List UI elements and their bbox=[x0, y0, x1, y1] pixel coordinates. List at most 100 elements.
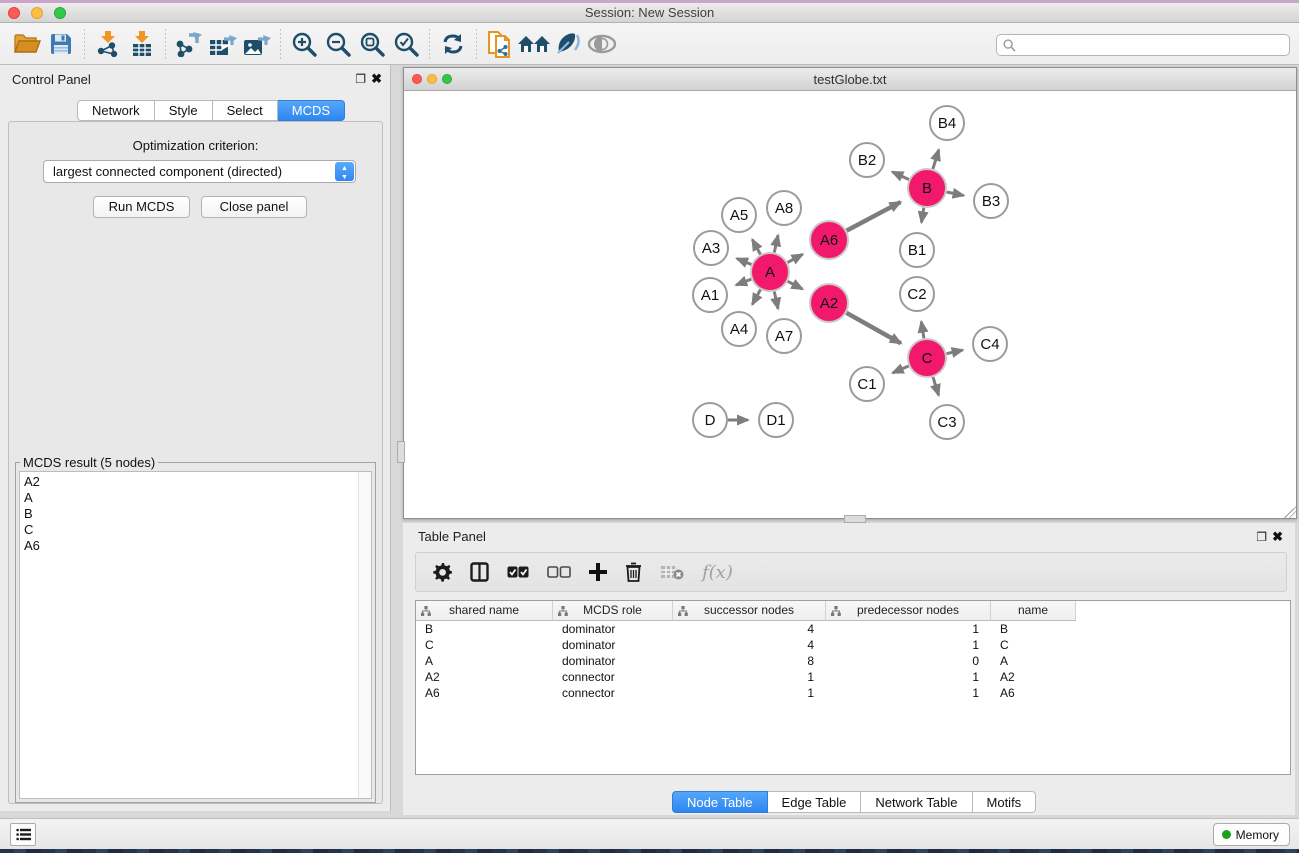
save-session-button[interactable] bbox=[44, 28, 78, 60]
table-cell[interactable]: A bbox=[416, 653, 553, 669]
mcds-result-list[interactable]: A2ABCA6 bbox=[19, 471, 372, 799]
column-header-MCDS-role[interactable]: MCDS role bbox=[553, 601, 673, 621]
graph-node-A[interactable]: A bbox=[751, 253, 789, 291]
graph-edge-A-A3[interactable] bbox=[737, 259, 752, 265]
criterion-select[interactable]: largest connected component (directed) ▲… bbox=[43, 160, 356, 183]
mcds-result-item[interactable]: A bbox=[24, 490, 371, 506]
zoom-fit-button[interactable] bbox=[355, 28, 389, 60]
graph-node-A6[interactable]: A6 bbox=[810, 221, 848, 259]
zoom-out-button[interactable] bbox=[321, 28, 355, 60]
graph-node-C2[interactable]: C2 bbox=[900, 277, 934, 311]
graph-node-B2[interactable]: B2 bbox=[850, 143, 884, 177]
mcds-result-item[interactable]: C bbox=[24, 522, 371, 538]
search-input[interactable] bbox=[1021, 38, 1283, 52]
node-table[interactable]: shared nameMCDS rolesuccessor nodesprede… bbox=[415, 600, 1291, 775]
table-cell[interactable]: connector bbox=[553, 669, 673, 685]
network-window-titlebar[interactable]: testGlobe.txt bbox=[404, 68, 1296, 91]
show-details-button[interactable] bbox=[585, 28, 619, 60]
birdseye-toggle-handle[interactable] bbox=[844, 515, 866, 523]
graph-edge-A6-B[interactable] bbox=[847, 202, 901, 231]
tab-select[interactable]: Select bbox=[213, 100, 278, 121]
close-panel-icon[interactable]: ✖ bbox=[1272, 529, 1283, 545]
float-panel-icon[interactable]: ❐ bbox=[1256, 530, 1267, 544]
graph-edge-A-A2[interactable] bbox=[788, 281, 803, 289]
table-cell[interactable]: B bbox=[991, 621, 1076, 637]
table-row[interactable]: A2connector11A2 bbox=[416, 669, 1290, 685]
table-cell[interactable]: A bbox=[991, 653, 1076, 669]
tab-motifs[interactable]: Motifs bbox=[973, 791, 1037, 813]
graph-node-C1[interactable]: C1 bbox=[850, 367, 884, 401]
window-resize-grip[interactable] bbox=[1284, 506, 1296, 518]
graph-edge-B-B4[interactable] bbox=[933, 150, 939, 169]
open-session-button[interactable] bbox=[10, 28, 44, 60]
graph-edge-A-A7[interactable] bbox=[774, 292, 778, 309]
table-row[interactable]: Cdominator41C bbox=[416, 637, 1290, 653]
table-cell[interactable]: C bbox=[416, 637, 553, 653]
graph-node-C4[interactable]: C4 bbox=[973, 327, 1007, 361]
table-cell[interactable]: 1 bbox=[826, 669, 991, 685]
zoom-window-button[interactable] bbox=[442, 74, 452, 84]
table-cell[interactable]: A6 bbox=[416, 685, 553, 701]
zoom-selected-button[interactable] bbox=[389, 28, 423, 60]
graph-edge-A-A8[interactable] bbox=[774, 235, 778, 252]
table-settings-button[interactable] bbox=[432, 557, 452, 587]
table-cell[interactable]: A6 bbox=[991, 685, 1076, 701]
column-header-shared-name[interactable]: shared name bbox=[416, 601, 553, 621]
table-cell[interactable]: A2 bbox=[991, 669, 1076, 685]
graph-node-B1[interactable]: B1 bbox=[900, 233, 934, 267]
delete-column-button[interactable] bbox=[625, 557, 642, 587]
select-all-button[interactable] bbox=[507, 557, 529, 587]
graph-node-B[interactable]: B bbox=[908, 169, 946, 207]
deselect-all-button[interactable] bbox=[547, 557, 571, 587]
run-mcds-button[interactable]: Run MCDS bbox=[93, 196, 190, 218]
table-row[interactable]: A6connector11A6 bbox=[416, 685, 1290, 701]
close-window-button[interactable] bbox=[8, 7, 20, 19]
tab-node-table[interactable]: Node Table bbox=[672, 791, 768, 813]
memory-button[interactable]: Memory bbox=[1213, 823, 1290, 846]
table-row[interactable]: Bdominator41B bbox=[416, 621, 1290, 637]
graph-node-C3[interactable]: C3 bbox=[930, 405, 964, 439]
graph-edge-B-B3[interactable] bbox=[947, 192, 964, 195]
column-header-name[interactable]: name bbox=[991, 601, 1076, 621]
export-image-button[interactable] bbox=[240, 28, 274, 60]
tab-mcds[interactable]: MCDS bbox=[278, 100, 345, 121]
table-cell[interactable]: dominator bbox=[553, 637, 673, 653]
refresh-button[interactable] bbox=[436, 28, 470, 60]
function-builder-button[interactable]: f(x) bbox=[702, 557, 733, 587]
graph-edge-C-C4[interactable] bbox=[947, 350, 963, 354]
graph-node-A1[interactable]: A1 bbox=[693, 278, 727, 312]
table-cell[interactable]: 4 bbox=[673, 637, 826, 653]
table-cell[interactable]: 8 bbox=[673, 653, 826, 669]
graph-edge-A-A6[interactable] bbox=[788, 254, 803, 262]
search-field[interactable] bbox=[996, 34, 1290, 56]
graph-edge-A-A4[interactable] bbox=[752, 290, 760, 305]
graph-edge-B-B1[interactable] bbox=[921, 208, 923, 223]
hide-details-button[interactable] bbox=[551, 28, 585, 60]
clone-network-button[interactable] bbox=[483, 28, 517, 60]
import-network-button[interactable] bbox=[91, 28, 125, 60]
graph-node-A4[interactable]: A4 bbox=[722, 312, 756, 346]
show-column-button[interactable] bbox=[470, 557, 489, 587]
table-cell[interactable]: dominator bbox=[553, 621, 673, 637]
export-table-button[interactable] bbox=[206, 28, 240, 60]
table-cell[interactable]: B bbox=[416, 621, 553, 637]
table-cell[interactable]: connector bbox=[553, 685, 673, 701]
birdseye-toggle-handle[interactable] bbox=[397, 441, 405, 463]
table-cell[interactable]: 1 bbox=[826, 637, 991, 653]
graph-edge-A2-C[interactable] bbox=[846, 313, 900, 344]
minimize-window-button[interactable] bbox=[31, 7, 43, 19]
task-history-button[interactable] bbox=[10, 823, 36, 846]
tab-style[interactable]: Style bbox=[155, 100, 213, 121]
column-header-successor-nodes[interactable]: successor nodes bbox=[673, 601, 826, 621]
minimize-window-button[interactable] bbox=[427, 74, 437, 84]
create-column-button[interactable] bbox=[589, 557, 607, 587]
close-panel-icon[interactable]: ✖ bbox=[371, 71, 382, 87]
mcds-result-item[interactable]: A2 bbox=[24, 474, 371, 490]
zoom-in-button[interactable] bbox=[287, 28, 321, 60]
graph-edge-A-A5[interactable] bbox=[752, 240, 760, 255]
graph-node-D1[interactable]: D1 bbox=[759, 403, 793, 437]
graph-node-A2[interactable]: A2 bbox=[810, 284, 848, 322]
graph-node-A3[interactable]: A3 bbox=[694, 231, 728, 265]
graph-edge-C-C2[interactable] bbox=[921, 322, 924, 339]
table-cell[interactable]: 1 bbox=[673, 685, 826, 701]
